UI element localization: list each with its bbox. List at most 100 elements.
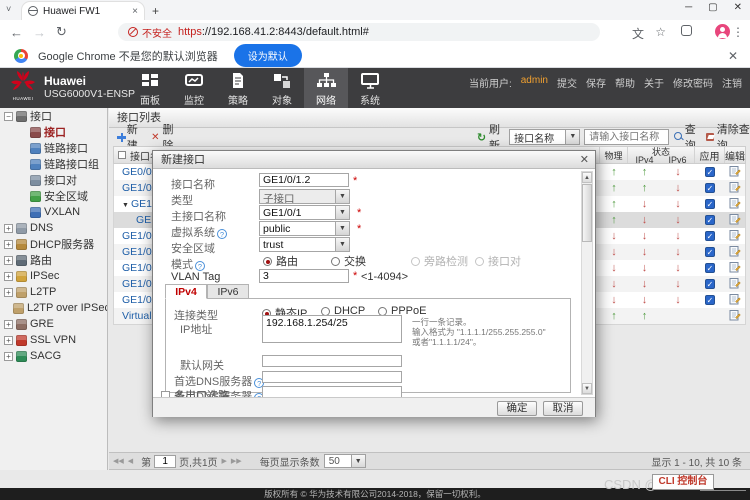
sidebar-item-接口对[interactable]: 接口对 (0, 172, 107, 188)
ok-button[interactable]: 确定 (497, 401, 537, 416)
sidebar-item-GRE[interactable]: +GRE (0, 316, 107, 332)
col-ipv6[interactable]: IPv6 (661, 156, 694, 164)
cli-console-button[interactable]: CLI 控制台 (652, 474, 714, 490)
user-menu-link-帮助[interactable]: 帮助 (615, 75, 635, 90)
browser-menu-icon[interactable]: ⋮ (732, 25, 744, 39)
expand-icon[interactable]: + (4, 272, 13, 281)
filter-field-select[interactable]: 接口名称 ▼ (509, 129, 580, 145)
radio-路由[interactable]: 路由 (263, 253, 298, 269)
sidebar-item-SACG[interactable]: +SACG (0, 348, 107, 364)
multi-egress-checkbox-row[interactable]: 多出口选路 (161, 387, 229, 397)
edit-icon[interactable] (729, 293, 741, 305)
bookmark-star-icon[interactable]: ☆ (655, 25, 666, 39)
expand-triangle-icon[interactable]: ▼ (122, 202, 129, 209)
nav-item-策略[interactable]: 策略 (216, 68, 260, 108)
expand-icon[interactable]: + (4, 352, 13, 361)
prev-page-icon[interactable]: ◀ (128, 457, 133, 465)
interface-name-input[interactable] (259, 173, 349, 187)
sidebar-item-DHCP服务器[interactable]: +DHCP服务器 (0, 236, 107, 252)
page-number-input[interactable] (154, 455, 176, 468)
apply-checkbox[interactable]: ✓ (705, 263, 715, 273)
apply-checkbox[interactable]: ✓ (705, 231, 715, 241)
tab-search-icon[interactable]: ˅ (6, 4, 11, 14)
first-page-icon[interactable]: ◀◀ (113, 457, 124, 465)
type-select[interactable]: 子接口▼ (259, 189, 350, 204)
vsys-select[interactable]: public▼ (259, 221, 350, 236)
scroll-down-icon[interactable]: ▼ (582, 383, 592, 394)
radio-接口对[interactable]: 接口对 (475, 253, 521, 269)
nav-item-对象[interactable]: 对象 (260, 68, 304, 108)
default-gateway-input[interactable] (262, 355, 402, 367)
sidebar-item-L2TP[interactable]: +L2TP (0, 284, 107, 300)
radio-交换[interactable]: 交换 (331, 253, 366, 269)
edit-icon[interactable] (729, 181, 741, 193)
forward-button[interactable]: → (33, 25, 46, 40)
apply-checkbox[interactable]: ✓ (705, 295, 715, 305)
user-menu-link-保存[interactable]: 保存 (586, 75, 606, 90)
per-page-select[interactable]: 50 ▼ (324, 454, 366, 468)
edit-icon[interactable] (729, 197, 741, 209)
user-menu-link-关于[interactable]: 关于 (644, 75, 664, 90)
edit-icon[interactable] (729, 245, 741, 257)
apply-checkbox[interactable]: ✓ (705, 183, 715, 193)
expand-icon[interactable]: + (4, 224, 13, 233)
collapse-icon[interactable]: − (4, 112, 13, 121)
help-icon[interactable]: ? (217, 229, 227, 239)
search-input[interactable] (584, 129, 669, 145)
apply-checkbox[interactable]: ✓ (705, 167, 715, 177)
user-menu-link-修改密码[interactable]: 修改密码 (673, 75, 713, 90)
last-page-icon[interactable]: ▶▶ (231, 457, 242, 465)
sidebar-item-DNS[interactable]: +DNS (0, 220, 107, 236)
col-apply[interactable]: 应用 (695, 147, 725, 163)
tab-IPv6[interactable]: IPv6 (207, 284, 249, 299)
edit-icon[interactable] (729, 213, 741, 225)
radio-旁路检测[interactable]: 旁路检测 (411, 253, 468, 269)
tab-IPv4[interactable]: IPv4 (165, 284, 207, 299)
apply-checkbox[interactable]: ✓ (705, 247, 715, 257)
reload-button[interactable]: ↻ (56, 24, 67, 40)
sidebar-item-L2TP over IPSec[interactable]: L2TP over IPSec (0, 300, 107, 316)
nav-item-系统[interactable]: 系统 (348, 68, 392, 108)
primary-dns-input[interactable] (262, 371, 402, 383)
set-default-button[interactable]: 设为默认 (234, 44, 302, 67)
user-menu-link-提交[interactable]: 提交 (557, 75, 577, 90)
security-badge[interactable]: 不安全 (142, 25, 172, 40)
sidebar-item-接口[interactable]: 接口 (0, 124, 107, 140)
edit-icon[interactable] (729, 165, 741, 177)
window-close-button[interactable]: ✕ (734, 2, 742, 13)
user-menu-link-注销[interactable]: 注销 (722, 75, 742, 90)
scrollbar-thumb[interactable] (582, 184, 592, 242)
vlan-tag-input[interactable] (259, 269, 349, 283)
sidebar-item-安全区域[interactable]: 安全区域 (0, 188, 107, 204)
expand-icon[interactable]: + (4, 240, 13, 249)
apply-checkbox[interactable]: ✓ (705, 199, 715, 209)
extensions-icon[interactable] (681, 25, 692, 36)
tab-close-icon[interactable]: × (132, 6, 138, 17)
edit-icon[interactable] (729, 229, 741, 241)
cancel-button[interactable]: 取消 (543, 401, 583, 416)
window-minimize-button[interactable]: ─ (685, 2, 692, 13)
expand-icon[interactable]: + (4, 336, 13, 345)
sidebar-item-SSL VPN[interactable]: +SSL VPN (0, 332, 107, 348)
dialog-scrollbar[interactable]: ▲ ▼ (581, 171, 593, 395)
profile-avatar[interactable] (715, 24, 730, 39)
expand-icon[interactable]: + (4, 256, 13, 265)
edit-icon[interactable] (729, 261, 741, 273)
browser-tab[interactable]: Huawei FW1 × (22, 2, 144, 20)
dialog-title-bar[interactable]: 新建接口 ✕ (153, 151, 595, 169)
dialog-close-icon[interactable]: ✕ (580, 151, 589, 169)
col-ipv4[interactable]: IPv4 (628, 156, 661, 164)
apply-checkbox[interactable]: ✓ (705, 215, 715, 225)
expand-icon[interactable]: + (4, 288, 13, 297)
scroll-up-icon[interactable]: ▲ (582, 172, 592, 183)
nav-item-监控[interactable]: 监控 (172, 68, 216, 108)
notification-close-icon[interactable]: ✕ (728, 49, 738, 63)
col-physical[interactable]: 物理 (600, 147, 628, 163)
parent-interface-select[interactable]: GE1/0/1▼ (259, 205, 350, 220)
sidebar-item-VXLAN[interactable]: VXLAN (0, 204, 107, 220)
edit-icon[interactable] (729, 277, 741, 289)
sidebar-item-接口[interactable]: −接口 (0, 108, 107, 124)
translate-icon[interactable]: 文 (632, 25, 644, 42)
sidebar-item-链路接口组[interactable]: 链路接口组 (0, 156, 107, 172)
new-tab-button[interactable]: + (152, 4, 159, 18)
